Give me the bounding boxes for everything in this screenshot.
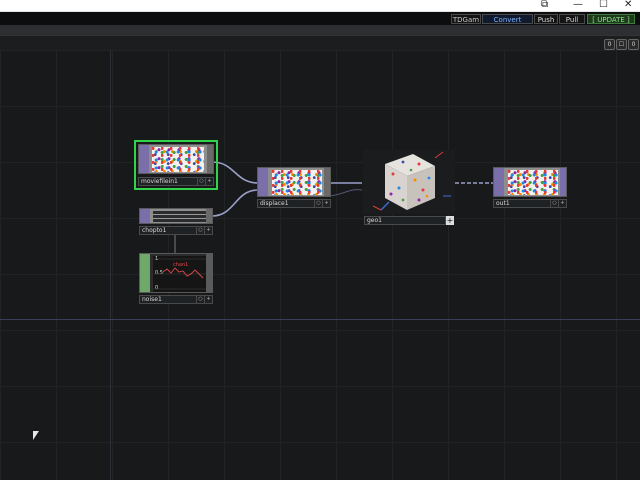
- node-noise[interactable]: 1 0.5 0 chan1 noise1 ○ +: [139, 253, 213, 305]
- chopto-preview: [153, 211, 207, 222]
- mouse-cursor-icon: [33, 431, 39, 440]
- window-title-bar: ⧉ — ☐ ✕: [0, 0, 640, 11]
- close-button[interactable]: ✕: [624, 0, 632, 10]
- pane-reset-icon[interactable]: 0: [604, 39, 615, 50]
- top-toolbar: TDGam Convert Push Pull [ UPDATE ]: [0, 11, 640, 26]
- node-bypass-icon[interactable]: ○: [314, 200, 322, 207]
- node-viewer-icon[interactable]: +: [558, 200, 566, 207]
- cube-render: [372, 151, 451, 211]
- node-viewer-icon[interactable]: +: [204, 296, 212, 303]
- node-chopto[interactable]: chopto1 ○ +: [139, 208, 213, 236]
- pane-header: [0, 25, 640, 35]
- node-label[interactable]: noise1 ○ +: [139, 295, 213, 304]
- node-bypass-icon[interactable]: ○: [197, 178, 205, 185]
- node-label[interactable]: geo1: [364, 216, 446, 225]
- wire-moviefile-to-displace: [211, 161, 259, 184]
- wire-geo-left-tail: [329, 189, 363, 197]
- wire-chopto-to-displace: [211, 189, 259, 217]
- node-label[interactable]: chopto1 ○ +: [139, 226, 213, 235]
- geo-viewer: [363, 150, 455, 214]
- pane-toggle-icon[interactable]: 0: [628, 39, 639, 50]
- node-viewer-icon[interactable]: +: [205, 178, 213, 185]
- minimize-button[interactable]: —: [573, 0, 583, 10]
- pane-split-icon[interactable]: ☐: [616, 39, 627, 50]
- node-moviefilein[interactable]: moviefilein1 ○ +: [134, 140, 218, 190]
- pull-button[interactable]: Pull: [559, 14, 585, 24]
- movie-texture-preview: [152, 147, 204, 172]
- node-label[interactable]: out1 ○ +: [493, 199, 567, 208]
- convert-button[interactable]: Convert: [482, 14, 533, 24]
- node-out[interactable]: out1 ○ +: [493, 167, 567, 209]
- node-label[interactable]: moviefilein1 ○ +: [138, 177, 214, 186]
- node-bypass-icon[interactable]: ○: [196, 227, 204, 234]
- wires: [174, 161, 493, 255]
- node-viewer-icon[interactable]: +: [204, 227, 212, 234]
- network-editor[interactable]: moviefilein1 ○ + displace1 ○ + geo1 + ou…: [0, 50, 640, 480]
- node-bypass-icon[interactable]: ○: [550, 200, 558, 207]
- geo-add-button[interactable]: +: [446, 216, 454, 225]
- window-restore-icon[interactable]: ⧉: [541, 0, 548, 10]
- update-button[interactable]: [ UPDATE ]: [587, 14, 635, 24]
- push-button[interactable]: Push: [534, 14, 558, 24]
- node-bypass-icon[interactable]: ○: [196, 296, 204, 303]
- tdgam-button[interactable]: TDGam: [451, 14, 481, 24]
- node-label[interactable]: displace1 ○ +: [257, 199, 331, 208]
- noise-graph: 1 0.5 0 chan1: [153, 256, 207, 292]
- node-viewer-icon[interactable]: +: [322, 200, 330, 207]
- displace-preview: [272, 170, 322, 195]
- out-preview: [508, 170, 558, 195]
- node-displace[interactable]: displace1 ○ +: [257, 167, 331, 209]
- pane-tab-bar: 0 ☐ 0: [0, 35, 640, 51]
- node-geo[interactable]: geo1 +: [363, 150, 455, 226]
- maximize-button[interactable]: ☐: [599, 0, 608, 10]
